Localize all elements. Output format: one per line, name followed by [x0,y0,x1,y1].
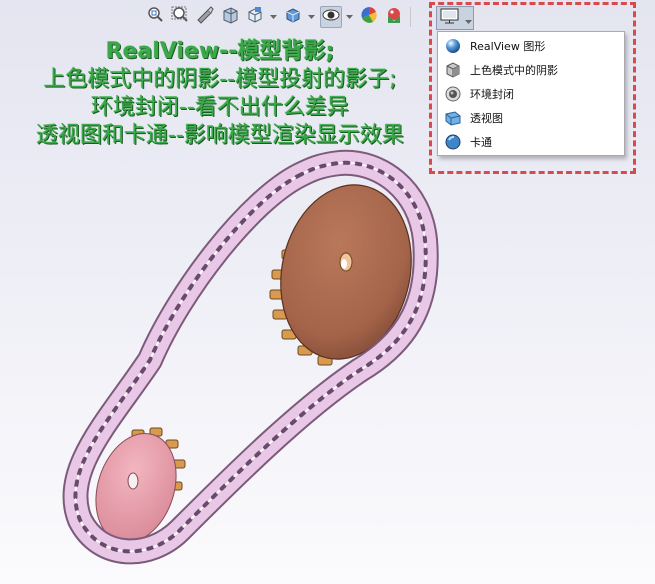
chain-drive-model[interactable] [0,0,655,584]
